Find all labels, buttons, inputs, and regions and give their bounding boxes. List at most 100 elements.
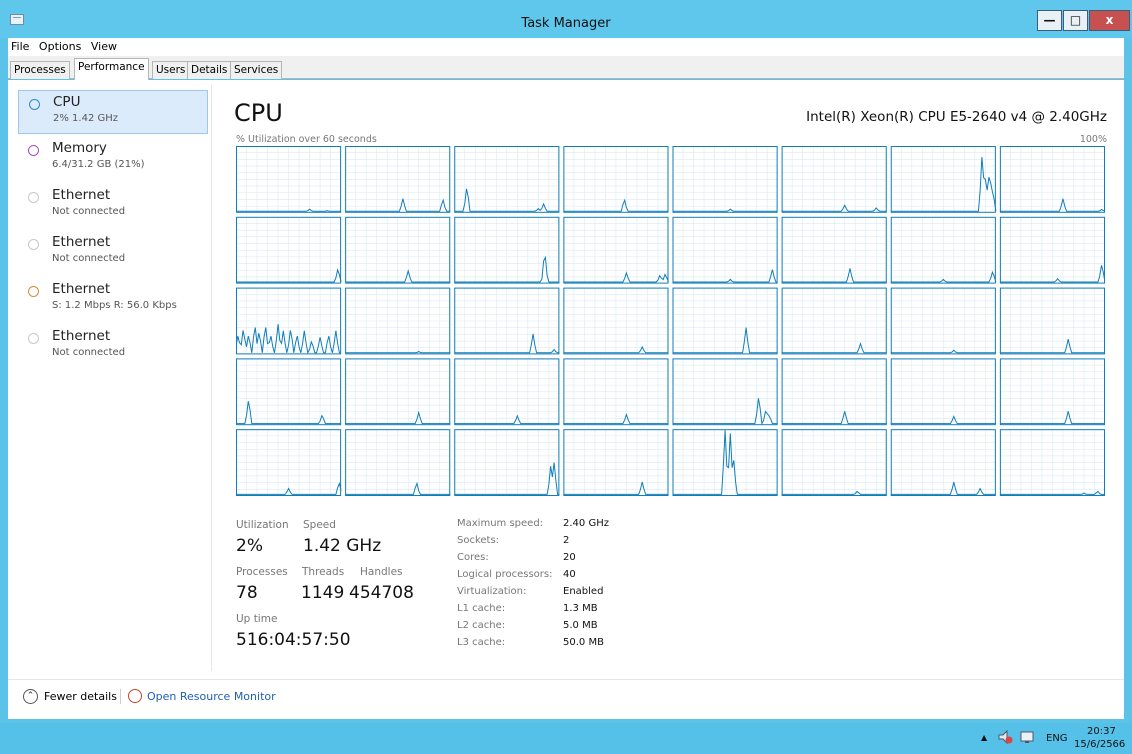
core-graph-16 bbox=[236, 287, 342, 355]
ethernet-indicator-icon bbox=[28, 333, 39, 344]
minimize-button[interactable]: — bbox=[1037, 10, 1062, 31]
core-graph-2 bbox=[454, 146, 560, 213]
tab-users[interactable]: Users bbox=[152, 61, 190, 79]
ethernet-indicator-icon bbox=[28, 286, 39, 297]
page-title: CPU bbox=[234, 99, 283, 127]
sidebar-item-ethernet-1[interactable]: Ethernet Not connected bbox=[18, 184, 208, 228]
cpu-indicator-icon bbox=[29, 99, 40, 110]
sidebar-item-label: CPU bbox=[53, 94, 81, 110]
core-graph-19 bbox=[563, 287, 669, 355]
core-graph-13 bbox=[781, 216, 887, 284]
sidebar-item-label: Ethernet bbox=[52, 281, 111, 297]
core-graph-29 bbox=[781, 358, 887, 426]
core-graph-17 bbox=[345, 287, 451, 355]
tab-bar: Processes Performance Users Details Serv… bbox=[8, 56, 1124, 80]
tab-details[interactable]: Details bbox=[187, 61, 232, 79]
core-graph-15 bbox=[999, 216, 1105, 284]
core-graph-20 bbox=[672, 287, 778, 355]
clock-time[interactable]: 20:37 bbox=[1087, 726, 1116, 737]
core-graph-37 bbox=[781, 429, 887, 496]
sidebar-item-ethernet-2[interactable]: Ethernet Not connected bbox=[18, 231, 208, 275]
maximize-button[interactable]: □ bbox=[1063, 10, 1088, 31]
open-resource-monitor-link[interactable]: Open Resource Monitor bbox=[128, 689, 276, 703]
close-button[interactable]: x bbox=[1089, 10, 1130, 31]
core-graph-22 bbox=[890, 287, 996, 355]
processes-value: 78 bbox=[236, 583, 258, 603]
sidebar-item-memory[interactable]: Memory 6.4/31.2 GB (21%) bbox=[18, 137, 208, 181]
network-icon[interactable] bbox=[1019, 729, 1035, 745]
sidebar-item-cpu[interactable]: CPU 2% 1.42 GHz bbox=[18, 90, 208, 134]
core-graph-25 bbox=[345, 358, 451, 426]
sidebar-item-sub: 6.4/31.2 GB (21%) bbox=[52, 159, 145, 170]
max-percent-label: 100% bbox=[1079, 134, 1107, 145]
memory-indicator-icon bbox=[28, 145, 39, 156]
core-graph-27 bbox=[563, 358, 669, 426]
core-graph-0 bbox=[236, 146, 342, 213]
handles-value: 454708 bbox=[349, 583, 414, 603]
threads-label: Threads bbox=[302, 566, 345, 578]
speed-value: 1.42 GHz bbox=[303, 536, 382, 556]
core-graph-10 bbox=[454, 216, 560, 284]
detail-value: 5.0 MB bbox=[563, 620, 598, 631]
handles-label: Handles bbox=[360, 566, 403, 578]
menu-file[interactable]: File bbox=[11, 40, 29, 53]
detail-label: Cores: bbox=[457, 552, 489, 563]
detail-value: 2.40 GHz bbox=[563, 518, 609, 529]
cpu-graph-grid bbox=[236, 146, 1105, 496]
detail-value: 1.3 MB bbox=[563, 603, 598, 614]
detail-value: 50.0 MB bbox=[563, 637, 604, 648]
detail-value: Enabled bbox=[563, 586, 604, 597]
speaker-muted-icon[interactable] bbox=[997, 729, 1013, 745]
detail-label: L1 cache: bbox=[457, 603, 506, 614]
speed-label: Speed bbox=[303, 519, 336, 531]
detail-label: L3 cache: bbox=[457, 637, 506, 648]
core-graph-35 bbox=[563, 429, 669, 496]
core-graph-31 bbox=[999, 358, 1105, 426]
sidebar-item-label: Ethernet bbox=[52, 234, 111, 250]
menu-bar: File Options View bbox=[8, 38, 1124, 56]
resource-monitor-label: Open Resource Monitor bbox=[147, 689, 276, 703]
core-graph-23 bbox=[999, 287, 1105, 355]
core-graph-5 bbox=[781, 146, 887, 213]
processes-label: Processes bbox=[236, 566, 288, 578]
menu-view[interactable]: View bbox=[91, 40, 117, 53]
core-graph-38 bbox=[890, 429, 996, 496]
core-graph-11 bbox=[563, 216, 669, 284]
menu-options[interactable]: Options bbox=[39, 40, 81, 53]
sidebar-item-ethernet-4[interactable]: Ethernet Not connected bbox=[18, 325, 208, 369]
detail-value: 40 bbox=[563, 569, 576, 580]
core-graph-8 bbox=[236, 216, 342, 284]
title-bar: Task Manager — □ x bbox=[0, 0, 1132, 38]
core-graph-30 bbox=[890, 358, 996, 426]
core-graph-21 bbox=[781, 287, 887, 355]
footer-bar: ⌃ Fewer details Open Resource Monitor bbox=[8, 679, 1124, 719]
sidebar-item-label: Ethernet bbox=[52, 328, 111, 344]
tab-performance[interactable]: Performance bbox=[74, 58, 149, 80]
core-graph-9 bbox=[345, 216, 451, 284]
sidebar-item-label: Ethernet bbox=[52, 187, 111, 203]
detail-label: Sockets: bbox=[457, 535, 500, 546]
core-graph-4 bbox=[672, 146, 778, 213]
core-graph-34 bbox=[454, 429, 560, 496]
language-indicator[interactable]: ENG bbox=[1046, 733, 1068, 744]
core-graph-18 bbox=[454, 287, 560, 355]
network-glyph-icon bbox=[1020, 731, 1034, 743]
fewer-details-label: Fewer details bbox=[44, 690, 117, 703]
sidebar-item-ethernet-3[interactable]: Ethernet S: 1.2 Mbps R: 56.0 Kbps bbox=[18, 278, 208, 322]
core-graph-36 bbox=[672, 429, 778, 496]
tab-services[interactable]: Services bbox=[230, 61, 283, 79]
utilization-label: Utilization bbox=[236, 519, 289, 531]
tab-processes[interactable]: Processes bbox=[10, 61, 70, 79]
show-hidden-icons-icon[interactable]: ▲ bbox=[981, 733, 987, 742]
detail-label: Logical processors: bbox=[457, 569, 553, 580]
clock-date[interactable]: 15/6/2566 bbox=[1074, 739, 1125, 750]
core-graph-7 bbox=[999, 146, 1105, 213]
core-graph-1 bbox=[345, 146, 451, 213]
cpu-model: Intel(R) Xeon(R) CPU E5-2640 v4 @ 2.40GH… bbox=[806, 109, 1107, 125]
detail-label: Virtualization: bbox=[457, 586, 527, 597]
core-graph-12 bbox=[672, 216, 778, 284]
core-graph-39 bbox=[999, 429, 1105, 496]
utilization-caption: % Utilization over 60 seconds bbox=[236, 134, 377, 145]
sidebar-divider bbox=[211, 85, 212, 671]
fewer-details-button[interactable]: ⌃ Fewer details bbox=[23, 689, 117, 704]
